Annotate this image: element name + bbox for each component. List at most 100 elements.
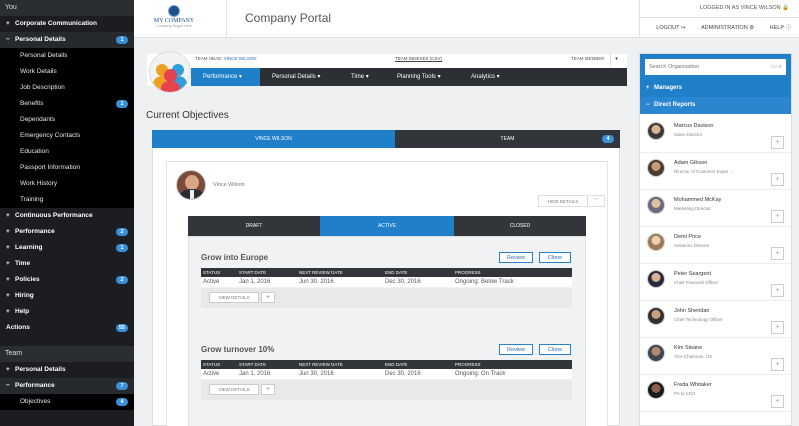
plus-icon[interactable]: + [261, 292, 275, 303]
list-item[interactable]: Adam Gibson Director of Customer Exper .… [640, 153, 791, 190]
tab-team-label: TEAM [500, 136, 515, 142]
team-indexes-link[interactable]: TEAM INDEXES (CSV) [395, 56, 442, 61]
plus-icon[interactable]: + [771, 321, 784, 334]
list-item[interactable]: Peter Seargent Chief Financial Officer + [640, 264, 791, 301]
expand-icon: + [6, 20, 10, 27]
group-direct-reports[interactable]: − Direct Reports [640, 97, 791, 114]
sidebar-item-help[interactable]: + Help [0, 304, 134, 320]
avatar [647, 122, 665, 140]
sidebar-item-personal-details[interactable]: − Personal Details 1 [0, 32, 134, 48]
sidebar-item-corporate-communication[interactable]: + Corporate Communication [0, 16, 134, 32]
help-link[interactable]: HELP ⓘ [770, 25, 791, 31]
view-details-button[interactable]: VIEW DETAILS [209, 292, 259, 303]
list-item[interactable]: Marcus Davison Sales Director + [640, 116, 791, 153]
section-title: Current Objectives [146, 110, 229, 121]
sidebar-subitem-objectives[interactable]: Objectives 4 [0, 394, 134, 410]
contact-title: Sales Director [674, 132, 703, 137]
sidebar-item-performance[interactable]: + Performance 2 [0, 224, 134, 240]
nav-personal-details[interactable]: Personal Details ▾ [260, 68, 339, 86]
plus-icon[interactable]: + [771, 284, 784, 297]
nav-analytics[interactable]: Analytics ▾ [459, 68, 519, 86]
sidebar-subitem-job-description[interactable]: Job Description [0, 80, 134, 96]
administration-link[interactable]: ADMINISTRATION ⚙ [701, 25, 754, 31]
nav-performance[interactable]: Performance ▾ [191, 68, 260, 86]
sidebar-subitem-benefits[interactable]: Benefits 1 [0, 96, 134, 112]
plus-icon[interactable]: + [771, 136, 784, 149]
sidebar-subitem-education[interactable]: Education [0, 144, 134, 160]
sidebar-item-team-performance[interactable]: − Performance 7 [0, 378, 134, 394]
search-bar: ▭ ⌕ [640, 54, 791, 80]
nav-time[interactable]: Time ▾ [339, 68, 385, 86]
tab-vince-wilson[interactable]: VINCE WILSON [152, 130, 395, 148]
list-item[interactable]: Demi Price Solutions Director + [640, 227, 791, 264]
plus-icon[interactable]: + [771, 358, 784, 371]
sidebar-section-team: Team [0, 346, 134, 362]
header-start-date: START DATE [239, 270, 267, 275]
sidebar-item-label: Performance [15, 382, 55, 389]
list-item[interactable]: Kim Sloane Vice Chairman, US + [640, 338, 791, 375]
sidebar-subitem-label: Objectives [20, 398, 51, 405]
table-header: STATUS START DATE NEXT REVIEW DATE END D… [201, 268, 572, 277]
count-badge: 7 [116, 382, 128, 390]
avatar [647, 381, 665, 399]
sidebar-subitem-label: Dependants [20, 116, 56, 123]
group-managers[interactable]: + Managers [640, 80, 791, 97]
search-icon[interactable]: ⌕ [779, 64, 782, 70]
plus-icon[interactable]: + [771, 395, 784, 408]
plus-icon[interactable]: + [771, 210, 784, 223]
review-button[interactable]: Review [499, 344, 533, 355]
team-member-selector[interactable]: TEAM MEMBER [571, 56, 605, 61]
plus-icon[interactable]: + [771, 173, 784, 186]
tab-draft[interactable]: DRAFT [188, 216, 320, 236]
expand-icon: + [6, 228, 10, 235]
plus-icon[interactable]: + [771, 247, 784, 260]
chevron-down-icon[interactable]: ▾ [610, 54, 622, 66]
logout-icon: ↪ [680, 25, 686, 31]
hide-details-button[interactable]: HIDE DETAILS [538, 195, 588, 207]
contact-title: PA to CEO [674, 391, 696, 396]
list-item[interactable]: John Sheridan Chief Technology Officer + [640, 301, 791, 338]
sidebar-subitem-training[interactable]: Training [0, 192, 134, 208]
sidebar-item-continuous-performance[interactable]: + Continuous Performance [0, 208, 134, 224]
sidebar-subitem-emergency-contacts[interactable]: Emergency Contacts [0, 128, 134, 144]
organisation-panel: ▭ ⌕ + Managers −Direct Reports Marcus Dav… [639, 53, 792, 426]
tab-active[interactable]: ACTIVE [320, 216, 454, 236]
avatar [647, 196, 665, 214]
contact-name: Adam Gibson [674, 160, 708, 166]
clone-button[interactable]: Clone [539, 252, 571, 263]
sidebar-subitem-passport-information[interactable]: Passport Information [0, 160, 134, 176]
count-badge: 55 [115, 324, 128, 332]
plus-icon[interactable]: + [261, 384, 275, 395]
team-head-name[interactable]: VINCE WILSON [224, 56, 257, 61]
chevron-down-icon[interactable]: ﹀ [589, 195, 605, 207]
sidebar-item-label: Learning [15, 244, 43, 251]
list-item[interactable]: Freda Whitaker PA to CEO + [640, 375, 791, 412]
sidebar-subitem-label: Job Description [20, 84, 65, 91]
tab-closed[interactable]: CLOSED [454, 216, 586, 236]
sidebar-item-hiring[interactable]: + Hiring [0, 288, 134, 304]
sidebar-subitem-personal-details[interactable]: Personal Details [0, 48, 134, 64]
nav-planning-tools[interactable]: Planning Tools ▾ [385, 68, 459, 86]
cell-progress: Ongoing: Below Track [455, 279, 514, 285]
count-badge: 2 [116, 228, 128, 236]
tab-team[interactable]: TEAM 4 [395, 130, 620, 148]
contact-name: Marcus Davison [674, 123, 714, 129]
sidebar-item-actions[interactable]: Actions 55 [0, 320, 134, 336]
sidebar-item-team-personal-details[interactable]: + Personal Details [0, 362, 134, 378]
sidebar-subitem-dependants[interactable]: Dependants [0, 112, 134, 128]
sidebar-subitem-work-details[interactable]: Work Details [0, 64, 134, 80]
list-item[interactable]: Mohammed McKay Marketing Director + [640, 190, 791, 227]
clone-button[interactable]: Clone [539, 344, 571, 355]
expand-icon: + [6, 276, 10, 283]
sidebar-item-learning[interactable]: + Learning 1 [0, 240, 134, 256]
sidebar-item-policies[interactable]: + Policies 2 [0, 272, 134, 288]
sidebar-subitem-work-history[interactable]: Work History [0, 176, 134, 192]
sidebar-item-time[interactable]: + Time [0, 256, 134, 272]
view-details-button[interactable]: VIEW DETAILS [209, 384, 259, 395]
card-icon[interactable]: ▭ [771, 64, 777, 70]
avatar [647, 270, 665, 288]
search-input[interactable] [645, 59, 786, 75]
logout-link[interactable]: LOGOUT ↪ [656, 25, 685, 31]
company-logo[interactable]: MY COMPANY Company Slogan Here [144, 4, 204, 32]
review-button[interactable]: Review [499, 252, 533, 263]
